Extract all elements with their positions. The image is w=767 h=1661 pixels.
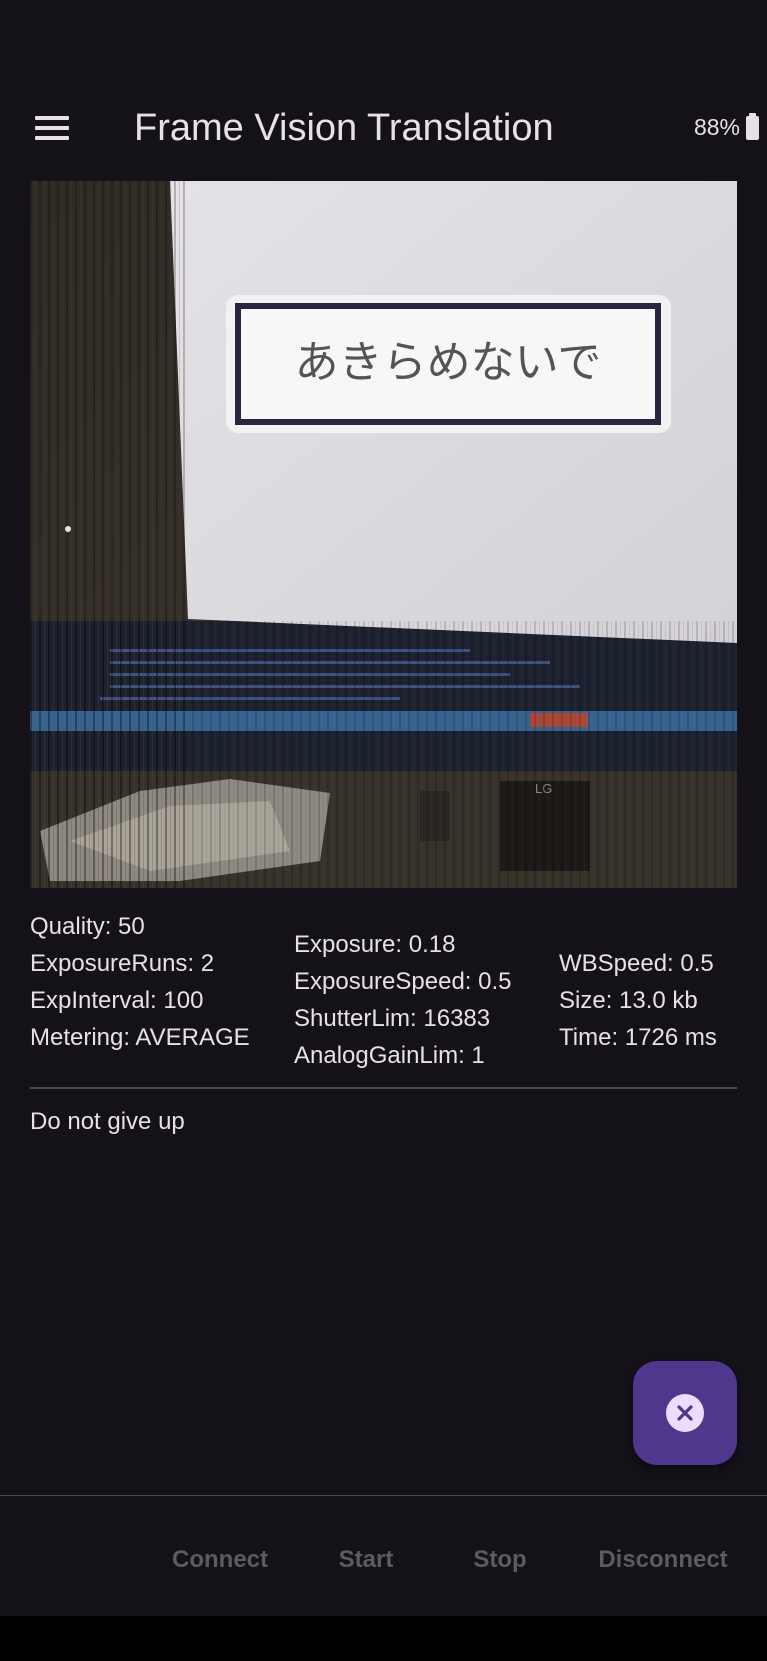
bottom-action-bar: Connect Start Stop Disconnect xyxy=(0,1496,767,1616)
stat-analog-gain-lim: AnalogGainLim: 1 xyxy=(294,1042,485,1069)
hamburger-menu-icon[interactable] xyxy=(22,104,82,152)
stat-time: Time: 1726 ms xyxy=(559,1024,717,1051)
battery-icon xyxy=(746,112,759,140)
stop-button[interactable]: Stop xyxy=(450,1536,550,1584)
app-bar: Frame Vision Translation 88% xyxy=(0,90,767,166)
cancel-icon xyxy=(666,1394,704,1432)
stat-wb-speed: WBSpeed: 0.5 xyxy=(559,950,714,977)
battery-status: 88% xyxy=(693,112,759,141)
stats-column-2: Exposure: 0.18 ExposureSpeed: 0.5 Shutte… xyxy=(294,926,512,1074)
stat-quality: Quality: 50 xyxy=(30,913,145,940)
cancel-fab-button[interactable] xyxy=(633,1361,737,1465)
start-button[interactable]: Start xyxy=(316,1536,416,1584)
stats-column-1: Quality: 50 ExposureRuns: 2 ExpInterval:… xyxy=(30,908,250,1056)
translation-result: Do not give up xyxy=(30,1108,185,1135)
sign-japanese-text: あきらめないで xyxy=(295,337,602,388)
stat-exposure-runs: ExposureRuns: 2 xyxy=(30,950,215,977)
battery-percentage: 88% xyxy=(693,114,740,140)
capture-stats: Quality: 50 ExposureRuns: 2 ExpInterval:… xyxy=(30,908,737,1073)
camera-preview-image: LG あきらめないで xyxy=(30,181,737,888)
disconnect-button[interactable]: Disconnect xyxy=(588,1536,738,1584)
app-screen: Frame Vision Translation 88% あきらめないで Qua… xyxy=(0,0,767,1661)
stat-exp-interval: ExpInterval: 100 xyxy=(30,987,204,1014)
stat-shutter-lim: ShutterLim: 16383 xyxy=(294,1005,491,1032)
app-title: Frame Vision Translation xyxy=(134,107,554,149)
divider xyxy=(30,1087,737,1089)
stats-column-3: WBSpeed: 0.5 Size: 13.0 kb Time: 1726 ms xyxy=(559,945,717,1056)
stat-exposure-speed: ExposureSpeed: 0.5 xyxy=(294,968,512,995)
stat-metering: Metering: AVERAGE xyxy=(30,1024,250,1051)
stat-exposure: Exposure: 0.18 xyxy=(294,931,456,958)
stat-size: Size: 13.0 kb xyxy=(559,987,698,1014)
connect-button[interactable]: Connect xyxy=(160,1536,280,1584)
system-navigation-bar xyxy=(0,1616,767,1661)
